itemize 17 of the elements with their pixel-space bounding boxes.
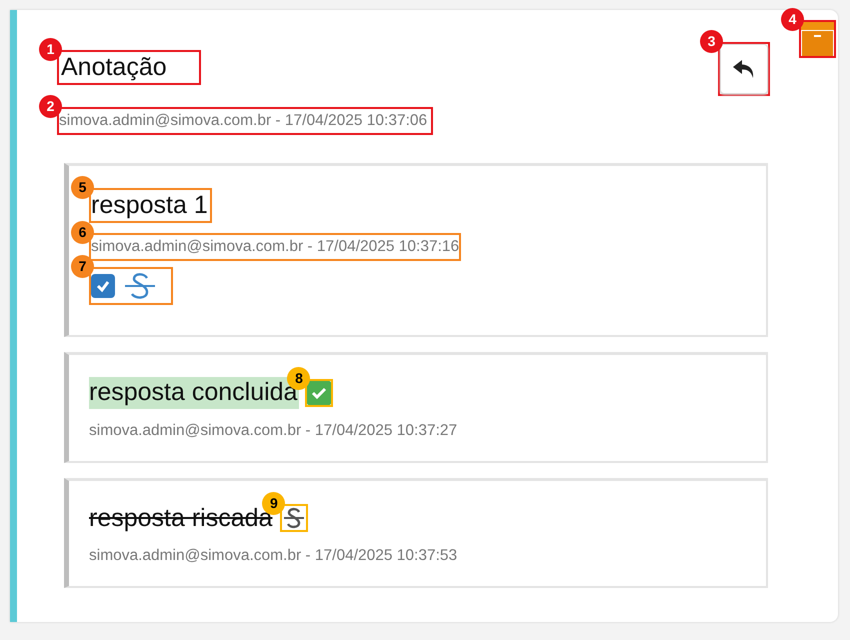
callout-badge: 7 (71, 255, 94, 278)
callout-badge: 3 (700, 30, 723, 53)
callout-badge: 4 (781, 8, 804, 31)
checkmark-icon (95, 278, 111, 294)
reply-text: resposta 1 (91, 190, 209, 221)
author-timestamp: simova.admin@simova.com.br - 17/04/2025 10:37:06 (59, 111, 428, 131)
note-title: Anotação (60, 52, 168, 82)
strikethrough-icon[interactable] (123, 272, 157, 300)
callout-badge: 1 (39, 38, 62, 61)
author-timestamp: simova.admin@simova.com.br - 17/04/2025 10:37:53 (89, 546, 458, 566)
callout-badge: 6 (71, 221, 94, 244)
author-timestamp: simova.admin@simova.com.br - 17/04/2025 10:37:16 (91, 237, 460, 258)
reply-icon (732, 59, 756, 79)
callout-badge: 5 (71, 176, 94, 199)
author-timestamp: simova.admin@simova.com.br - 17/04/2025 10:37:27 (89, 420, 458, 440)
callout-badge: 2 (39, 95, 62, 118)
checkbox[interactable] (91, 274, 115, 298)
